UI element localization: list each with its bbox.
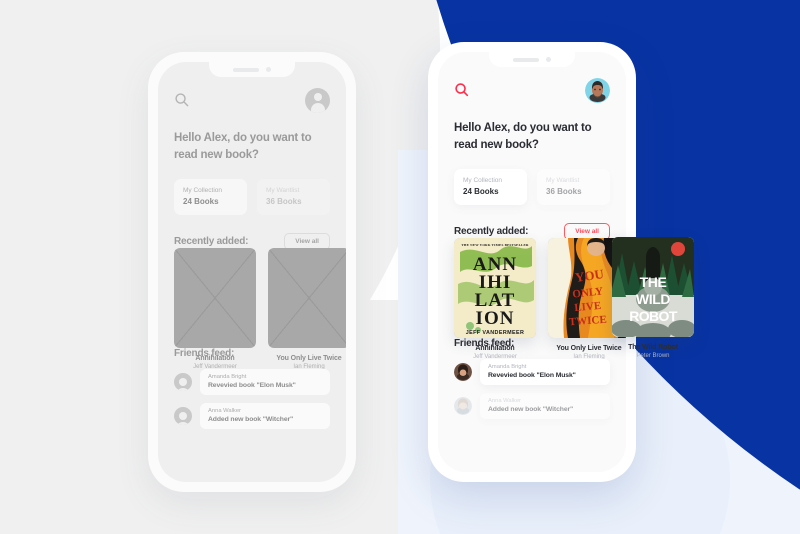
feed-item[interactable]: Anna Walker Added new book "Witcher" xyxy=(454,393,610,419)
stats-row: My Collection 24 Books My Wantlist 36 Bo… xyxy=(454,169,610,206)
search-icon[interactable] xyxy=(454,82,470,98)
svg-text:WILD: WILD xyxy=(636,291,670,307)
camera-icon xyxy=(266,67,271,72)
svg-text:ROBOT: ROBOT xyxy=(629,308,678,324)
feed-item[interactable]: Amanda Bright Revevied book "Elon Musk" xyxy=(454,359,610,385)
feed-bubble: Amanda Bright Revevied book "Elon Musk" xyxy=(200,369,330,395)
feed-user-name: Anna Walker xyxy=(208,408,241,414)
phone-hifi-screen: Hello Alex, do you want to read new book… xyxy=(438,52,626,472)
book-card-overflow[interactable]: THE WILD ROBOT The Wild Robot Peter Brow… xyxy=(612,237,694,359)
page-title: Hello Alex, do you want to read new book… xyxy=(174,132,312,161)
book-cover-the-wild-robot: THE WILD ROBOT xyxy=(612,237,694,337)
svg-text:THE NEW YORK TIMES BESTSELLER: THE NEW YORK TIMES BESTSELLER xyxy=(461,243,529,247)
avatar[interactable] xyxy=(305,87,330,113)
section-title: Recently added: xyxy=(174,236,249,248)
canvas: Hello Alex, do you want to read new book… xyxy=(0,0,800,534)
stat-value: 24 Books xyxy=(463,187,499,197)
svg-text:THE: THE xyxy=(640,274,667,290)
feed-user-name: Anna Walker xyxy=(488,398,521,404)
feed-action: Added new book "Witcher" xyxy=(208,416,294,423)
avatar xyxy=(174,407,192,425)
phone-wireframe-screen: Hello Alex, do you want to read new book… xyxy=(158,62,346,482)
stat-value: 36 Books xyxy=(266,197,302,207)
topbar xyxy=(174,86,330,114)
book-title: The Wild Robot xyxy=(628,344,678,351)
feed-item[interactable]: Anna Walker Added new book "Witcher" xyxy=(174,403,330,429)
stat-value: 24 Books xyxy=(183,197,219,207)
stat-card-collection[interactable]: My Collection 24 Books xyxy=(174,179,247,216)
feed-action: Revevied book "Elon Musk" xyxy=(208,382,296,389)
feed-action: Added new book "Witcher" xyxy=(488,406,574,413)
stat-card-collection[interactable]: My Collection 24 Books xyxy=(454,169,527,206)
stats-row: My Collection 24 Books My Wantlist 36 Bo… xyxy=(174,179,330,216)
book-cover-placeholder xyxy=(268,248,346,348)
feed-title: Friends feed: xyxy=(174,348,235,359)
camera-icon xyxy=(546,57,551,62)
stat-label: My Collection xyxy=(183,187,223,195)
stat-card-wantlist[interactable]: My Wantlist 36 Books xyxy=(537,169,610,206)
svg-text:JEFF VANDERMEER: JEFF VANDERMEER xyxy=(466,330,525,336)
avatar xyxy=(174,373,192,391)
svg-text:ION: ION xyxy=(476,308,515,329)
search-icon[interactable] xyxy=(174,92,190,108)
friends-feed: Friends feed: Amanda Bright Revevied boo… xyxy=(174,348,330,437)
feed-bubble: Anna Walker Added new book "Witcher" xyxy=(200,403,330,429)
phone-notch xyxy=(489,52,575,67)
feed-action: Revevied book "Elon Musk" xyxy=(488,372,576,379)
feed-title: Friends feed: xyxy=(454,338,515,349)
feed-user-name: Amanda Bright xyxy=(488,364,527,370)
book-cover-annihilation: THE NEW YORK TIMES BESTSELLER ANN IHI LA… xyxy=(454,238,536,338)
svg-text:LIVE: LIVE xyxy=(574,300,602,314)
topbar xyxy=(454,76,610,104)
phone-notch xyxy=(209,62,295,77)
avatar[interactable] xyxy=(585,77,610,103)
stat-value: 36 Books xyxy=(546,187,582,197)
feed-bubble: Anna Walker Added new book "Witcher" xyxy=(480,393,610,419)
book-author: Peter Brown xyxy=(636,353,670,359)
feed-bubble: Amanda Bright Revevied book "Elon Musk" xyxy=(480,359,610,385)
section-title: Recently added: xyxy=(454,226,529,238)
stat-card-wantlist[interactable]: My Wantlist 36 Books xyxy=(257,179,330,216)
feed-item[interactable]: Amanda Bright Revevied book "Elon Musk" xyxy=(174,369,330,395)
feed-user-name: Amanda Bright xyxy=(208,374,247,380)
stat-label: My Wantlist xyxy=(546,177,580,185)
stat-label: My Wantlist xyxy=(266,187,300,195)
friends-feed: Friends feed: Amanda Bright Revevied boo… xyxy=(454,338,610,427)
avatar xyxy=(454,397,472,415)
book-cover-placeholder xyxy=(174,248,256,348)
phone-hifi: Hello Alex, do you want to read new book… xyxy=(428,42,636,482)
stat-label: My Collection xyxy=(463,177,503,185)
speaker-icon xyxy=(513,57,539,62)
phone-wireframe: Hello Alex, do you want to read new book… xyxy=(148,52,356,492)
avatar xyxy=(454,363,472,381)
speaker-icon xyxy=(233,67,259,72)
page-title: Hello Alex, do you want to read new book… xyxy=(454,122,592,151)
